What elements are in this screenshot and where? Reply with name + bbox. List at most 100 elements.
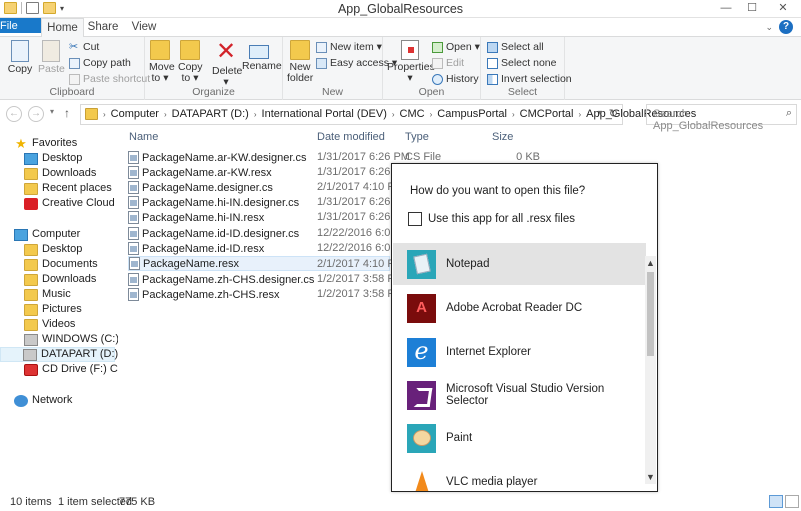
chevron-right-icon[interactable]: › (578, 108, 581, 121)
column-header-type[interactable]: Type (405, 131, 429, 145)
scrollbar-thumb[interactable] (647, 272, 654, 356)
new-item-button[interactable]: New item ▾ (316, 40, 382, 54)
clipboard-group: Copy Paste ✂ Cut Copy path Paste shortcut… (0, 37, 150, 100)
nav-network[interactable]: Network (14, 393, 118, 408)
invert-selection-button[interactable]: Invert selection (487, 72, 572, 86)
file-name: PackageName.hi-IN.resx (142, 211, 265, 224)
nav-computer[interactable]: Computer (14, 227, 118, 242)
app-item-paint[interactable]: Paint (393, 417, 646, 459)
nav-music[interactable]: Music (24, 287, 118, 302)
rename-button[interactable]: Rename (242, 40, 282, 72)
copy-to-button[interactable]: Copy to ▾ (178, 40, 203, 84)
chevron-right-icon[interactable]: › (254, 108, 257, 121)
app-item-vs-selector[interactable]: Microsoft Visual Studio Version Selector (393, 374, 646, 416)
resx-file-icon (128, 242, 139, 255)
column-header-size[interactable]: Size (492, 131, 513, 145)
edit-button[interactable]: Edit (432, 56, 464, 70)
up-button[interactable]: ↑ (64, 106, 70, 120)
nav-computer-desktop[interactable]: Desktop (24, 242, 118, 257)
breadcrumb-campusportal[interactable]: CampusPortal (437, 108, 507, 121)
delete-button[interactable]: ✕ Delete ▾ (212, 40, 242, 88)
copy-button[interactable]: Copy (6, 40, 34, 75)
breadcrumb-international-portal[interactable]: International Portal (DEV) (262, 108, 387, 121)
tab-share[interactable]: Share (84, 18, 122, 37)
nav-windows-c[interactable]: WINDOWS (C:) (24, 332, 118, 347)
large-icons-view-icon[interactable] (785, 495, 799, 508)
paste-button[interactable]: Paste (38, 40, 65, 75)
app-item-vlc[interactable]: VLC media player (393, 461, 646, 491)
forward-button[interactable]: → (28, 106, 44, 122)
nav-recent-places[interactable]: Recent places (24, 181, 118, 196)
properties-button[interactable]: Properties ▾ (387, 40, 435, 84)
desktop-icon (24, 152, 38, 165)
nav-pictures[interactable]: Pictures (24, 302, 118, 317)
nav-documents[interactable]: Documents (24, 257, 118, 272)
breadcrumb-datapart[interactable]: DATAPART (D:) (172, 108, 249, 121)
history-button[interactable]: History (432, 72, 479, 86)
cs-file-icon (128, 273, 139, 286)
open-button[interactable]: Open ▾ (432, 40, 480, 54)
nav-cd-drive-f[interactable]: CD Drive (F:) CDROM (24, 362, 118, 377)
move-to-button[interactable]: Move to ▾ (149, 40, 175, 84)
refresh-icon[interactable]: ↻ (609, 107, 618, 120)
nav-favorites-desktop[interactable]: Desktop (24, 151, 118, 166)
open-group-label: Open (418, 86, 445, 98)
search-icon[interactable]: ⌕ (786, 107, 792, 120)
breadcrumb-cmc[interactable]: CMC (400, 108, 425, 121)
nav-videos[interactable]: Videos (24, 317, 118, 332)
nav-favorites[interactable]: ★ Favorites (14, 136, 118, 151)
cut-button[interactable]: ✂ Cut (69, 40, 99, 54)
tab-view[interactable]: View (122, 18, 166, 37)
cs-file-icon (128, 151, 139, 164)
checkbox-box[interactable] (408, 212, 422, 226)
recent-locations-icon[interactable]: ▾ (50, 107, 54, 116)
minimize-button[interactable]: — (713, 0, 739, 18)
address-dropdown-icon[interactable]: ▾ (598, 108, 602, 117)
select-none-button[interactable]: Select none (487, 56, 556, 70)
address-bar[interactable]: › Computer › DATAPART (D:) › Internation… (80, 104, 696, 125)
scroll-up-icon[interactable]: ▲ (645, 258, 656, 268)
chevron-right-icon[interactable]: › (164, 108, 167, 121)
tab-file[interactable]: File (0, 18, 41, 33)
use-for-all-checkbox[interactable]: Use this app for all .resx files (408, 212, 575, 226)
app-item-acrobat[interactable]: Adobe Acrobat Reader DC (393, 287, 646, 329)
pictures-icon (24, 303, 38, 316)
tab-home[interactable]: Home (41, 18, 84, 38)
nav-computer-downloads[interactable]: Downloads (24, 272, 118, 287)
select-all-button[interactable]: Select all (487, 40, 544, 54)
nav-label: Recent places (42, 182, 112, 194)
nav-datapart-d[interactable]: DATAPART (D:) (0, 347, 118, 362)
chevron-right-icon[interactable]: › (392, 108, 395, 121)
expand-ribbon-icon[interactable]: ⌄ (765, 22, 773, 33)
edit-label: Edit (446, 56, 465, 69)
column-header-date[interactable]: Date modified (317, 131, 385, 145)
nav-favorites-downloads[interactable]: Downloads (24, 166, 118, 181)
desktop-folder-icon (24, 243, 38, 256)
cs-file-icon (128, 181, 139, 194)
app-item-internet-explorer[interactable]: Internet Explorer (393, 331, 646, 373)
chevron-right-icon[interactable]: › (430, 108, 433, 121)
search-input[interactable]: Search App_GlobalResources ⌕ (646, 104, 797, 132)
breadcrumb-cmcportal[interactable]: CMCPortal (520, 108, 574, 121)
nav-creative-cloud-files[interactable]: Creative Cloud Files (24, 196, 118, 211)
rename-icon (249, 45, 269, 59)
help-icon[interactable]: ? (779, 20, 793, 34)
copy-path-button[interactable]: Copy path (69, 56, 131, 70)
file-name: PackageName.id-ID.resx (142, 242, 265, 255)
back-button[interactable]: ← (6, 106, 22, 122)
maximize-button[interactable]: ☐ (739, 0, 765, 18)
paint-icon (407, 423, 436, 453)
app-list-scrollbar[interactable]: ▲ ▼ (645, 256, 656, 484)
new-folder-button[interactable]: New folder (287, 40, 313, 84)
app-label: Notepad (446, 258, 490, 270)
chevron-right-icon[interactable]: › (512, 108, 515, 121)
column-header-name[interactable]: Name (129, 131, 158, 145)
scroll-down-icon[interactable]: ▼ (645, 472, 656, 482)
paste-shortcut-button[interactable]: Paste shortcut (69, 72, 150, 86)
app-item-notepad[interactable]: Notepad (393, 243, 646, 285)
close-button[interactable]: ✕ (765, 0, 801, 18)
details-view-icon[interactable] (769, 495, 783, 508)
notepad-icon (407, 249, 436, 279)
breadcrumb-computer[interactable]: Computer (111, 108, 159, 121)
folder-label: folder (287, 72, 314, 84)
